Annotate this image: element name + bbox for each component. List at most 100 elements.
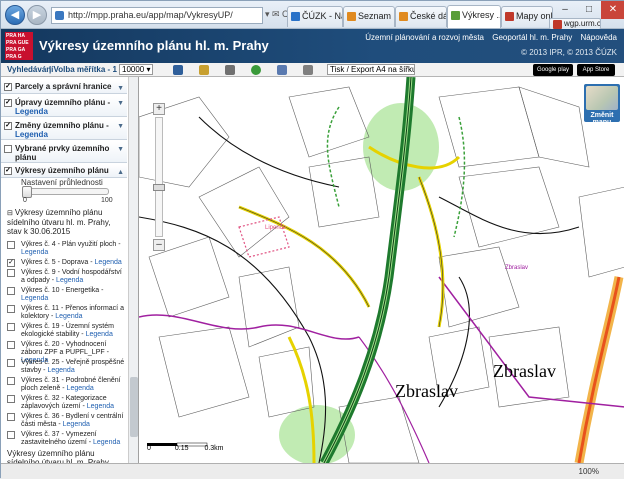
zoom-slider-handle[interactable] bbox=[153, 184, 165, 191]
browser-tab[interactable]: ČÚZK - Náhl... bbox=[287, 6, 343, 27]
layer-sidebar: ✓ Parcely a správní hranice ▼ ✓ Úpravy ú… bbox=[1, 77, 139, 465]
scale-select[interactable]: 10000 ▾ bbox=[119, 64, 153, 75]
browser-tab-active[interactable]: Výkresy ... bbox=[447, 5, 501, 28]
app-store-badge[interactable]: App Store bbox=[577, 64, 615, 76]
link-urban-planning[interactable]: Územní plánování a rozvoj města bbox=[365, 33, 484, 42]
browser-tab[interactable]: Seznam ne... bbox=[343, 6, 395, 27]
zoom-out-button[interactable]: – bbox=[153, 239, 165, 251]
legend-link[interactable]: Legenda bbox=[56, 277, 83, 284]
zoom-in-button[interactable]: + bbox=[153, 103, 165, 115]
prague-logo[interactable]: PRA HA PRA GUE PRA GA PRA G bbox=[5, 32, 33, 60]
drawing-item[interactable]: ✓ Výkres č. 5 - Doprava - Legenda bbox=[7, 259, 127, 267]
drawing-item[interactable]: Výkres č. 25 - Veřejně prospěšné stavby … bbox=[7, 359, 127, 375]
legend-link[interactable]: Legenda bbox=[87, 403, 114, 410]
settings-icon[interactable] bbox=[303, 65, 313, 75]
zoom-level[interactable]: 100% bbox=[579, 467, 599, 476]
change-basemap-button[interactable]: Změnit mapu bbox=[583, 83, 621, 126]
drawing-item[interactable]: Výkres č. 31 - Podrobné členění ploch ze… bbox=[7, 377, 127, 393]
drawing-checkbox[interactable] bbox=[7, 413, 15, 421]
browser-tab[interactable]: České dálni... bbox=[395, 6, 447, 27]
sidebar-scrollbar[interactable] bbox=[128, 77, 138, 465]
pan-icon[interactable] bbox=[173, 65, 183, 75]
chevron-down-icon[interactable]: ▼ bbox=[117, 122, 124, 131]
legend-link[interactable]: Legenda bbox=[95, 259, 122, 266]
address-bar[interactable]: http://mpp.praha.eu/app/map/VykresyUP/ bbox=[51, 7, 263, 24]
drawing-item[interactable]: Výkres č. 11 - Přenos informací a kolekt… bbox=[7, 305, 127, 321]
chevron-down-icon[interactable]: ▼ bbox=[117, 145, 124, 154]
collapse-icon[interactable]: ⊟ bbox=[7, 210, 15, 217]
layer-checkbox[interactable] bbox=[4, 145, 12, 153]
legend-link[interactable]: Legenda bbox=[47, 367, 74, 374]
page-title: Výkresy územního plánu hl. m. Prahy bbox=[39, 38, 269, 53]
site-favicon-icon bbox=[55, 11, 64, 20]
layer-adjustments[interactable]: ✓ Úpravy územního plánu - Legenda ▼ bbox=[1, 96, 127, 117]
drawing-checkbox[interactable] bbox=[7, 395, 15, 403]
layer-changes[interactable]: ✓ Změny územního plánu - Legenda ▼ bbox=[1, 119, 127, 140]
drawing-item[interactable]: Výkres č. 36 - Bydlení v centrální části… bbox=[7, 413, 127, 429]
back-button[interactable]: ◀ bbox=[5, 5, 25, 25]
legend-link[interactable]: Legenda bbox=[93, 439, 120, 446]
map-canvas[interactable]: + – Změnit mapu Zbraslav Zbraslav Lipenc… bbox=[139, 77, 624, 463]
drawing-item[interactable]: Výkres č. 32 - Kategorizace záplavových … bbox=[7, 395, 127, 411]
drawing-item[interactable]: Výkres č. 37 - Vymezení zastavitelného ú… bbox=[7, 431, 127, 447]
link-geoportal[interactable]: Geoportál hl. m. Prahy bbox=[492, 33, 572, 42]
maximize-button[interactable]: □ bbox=[577, 1, 601, 19]
legend-link[interactable]: Legenda bbox=[15, 107, 127, 116]
scrollbar-thumb[interactable] bbox=[130, 377, 138, 437]
layer-checkbox[interactable]: ✓ bbox=[4, 83, 12, 91]
legend-link[interactable]: Legenda bbox=[55, 313, 82, 320]
identify-icon[interactable] bbox=[225, 65, 235, 75]
legend-link[interactable]: Legenda bbox=[21, 249, 48, 256]
address-tools[interactable]: ▾ ✉ C bbox=[265, 9, 289, 20]
close-button[interactable]: ✕ bbox=[601, 1, 624, 19]
drawing-checkbox[interactable] bbox=[7, 241, 15, 249]
drawing-checkbox[interactable] bbox=[7, 431, 15, 439]
legend-link[interactable]: Legenda bbox=[21, 295, 48, 302]
drawing-checkbox[interactable]: ✓ bbox=[7, 259, 15, 267]
browser-window: ◀ ▶ http://mpp.praha.eu/app/map/VykresyU… bbox=[0, 0, 624, 479]
legend-link[interactable]: Legenda bbox=[67, 385, 94, 392]
legend-link[interactable]: Legenda bbox=[86, 331, 113, 338]
layer-plan-drawings[interactable]: ✓ Výkresy územního plánu ▲ bbox=[1, 165, 127, 178]
drawing-item[interactable]: Výkres č. 4 - Plán využití ploch - Legen… bbox=[7, 241, 127, 257]
opacity-label: Nastavení průhlednosti bbox=[21, 178, 103, 187]
drawing-checkbox[interactable] bbox=[7, 269, 15, 277]
browser-tab[interactable]: Mapy onli... bbox=[501, 6, 553, 27]
print-export-select[interactable]: Tisk / Export A4 na šířku ▾ bbox=[327, 64, 415, 75]
tab-favicon-icon bbox=[347, 12, 356, 21]
chevron-down-icon[interactable]: ▼ bbox=[117, 83, 124, 95]
forward-button[interactable]: ▶ bbox=[27, 5, 47, 25]
drawing-checkbox[interactable] bbox=[7, 377, 15, 385]
place-name-label: Zbraslav bbox=[395, 381, 458, 401]
drawing-item[interactable]: Výkres č. 10 - Energetika - Legenda bbox=[7, 287, 127, 303]
layer-selected-elements[interactable]: Vybrané prvky územního plánu ▼ bbox=[1, 142, 127, 163]
drawing-checkbox[interactable] bbox=[7, 287, 15, 295]
locate-icon[interactable] bbox=[251, 65, 261, 75]
drawing-checkbox[interactable] bbox=[7, 323, 15, 331]
legend-link[interactable]: Legenda bbox=[63, 421, 90, 428]
legend-link[interactable]: Legenda bbox=[15, 130, 127, 139]
status-bar: 100% bbox=[1, 463, 624, 479]
chevron-down-icon[interactable]: ▼ bbox=[117, 99, 124, 108]
layer-checkbox[interactable]: ✓ bbox=[4, 99, 12, 107]
layer-checkbox[interactable]: ✓ bbox=[4, 122, 12, 130]
link-icon[interactable] bbox=[277, 65, 287, 75]
zoom-slider[interactable] bbox=[153, 117, 165, 237]
window-controls: – □ ✕ bbox=[553, 1, 624, 19]
drawing-checkbox[interactable] bbox=[7, 341, 15, 349]
drawing-checkbox[interactable] bbox=[7, 359, 15, 367]
opacity-slider[interactable] bbox=[22, 186, 109, 198]
chevron-up-icon[interactable]: ▲ bbox=[117, 167, 124, 179]
layer-parcels[interactable]: ✓ Parcely a správní hranice ▼ bbox=[1, 81, 127, 94]
link-help[interactable]: Nápověda bbox=[581, 33, 617, 42]
drawing-item[interactable]: Výkres č. 19 - Územní systém ekologické … bbox=[7, 323, 127, 339]
tab-favicon-icon bbox=[291, 12, 300, 21]
google-play-badge[interactable]: Google play bbox=[533, 64, 573, 76]
drawing-item[interactable]: Výkres č. 9 - Vodní hospodářství a odpad… bbox=[7, 269, 127, 285]
drawing-checkbox[interactable] bbox=[7, 305, 15, 313]
browser-tab[interactable]: wgp.urm.cz bbox=[549, 18, 601, 29]
minimize-button[interactable]: – bbox=[553, 1, 577, 19]
layer-checkbox[interactable]: ✓ bbox=[4, 167, 12, 175]
measure-icon[interactable] bbox=[199, 65, 209, 75]
search-button[interactable]: Vyhledávání bbox=[7, 65, 53, 74]
